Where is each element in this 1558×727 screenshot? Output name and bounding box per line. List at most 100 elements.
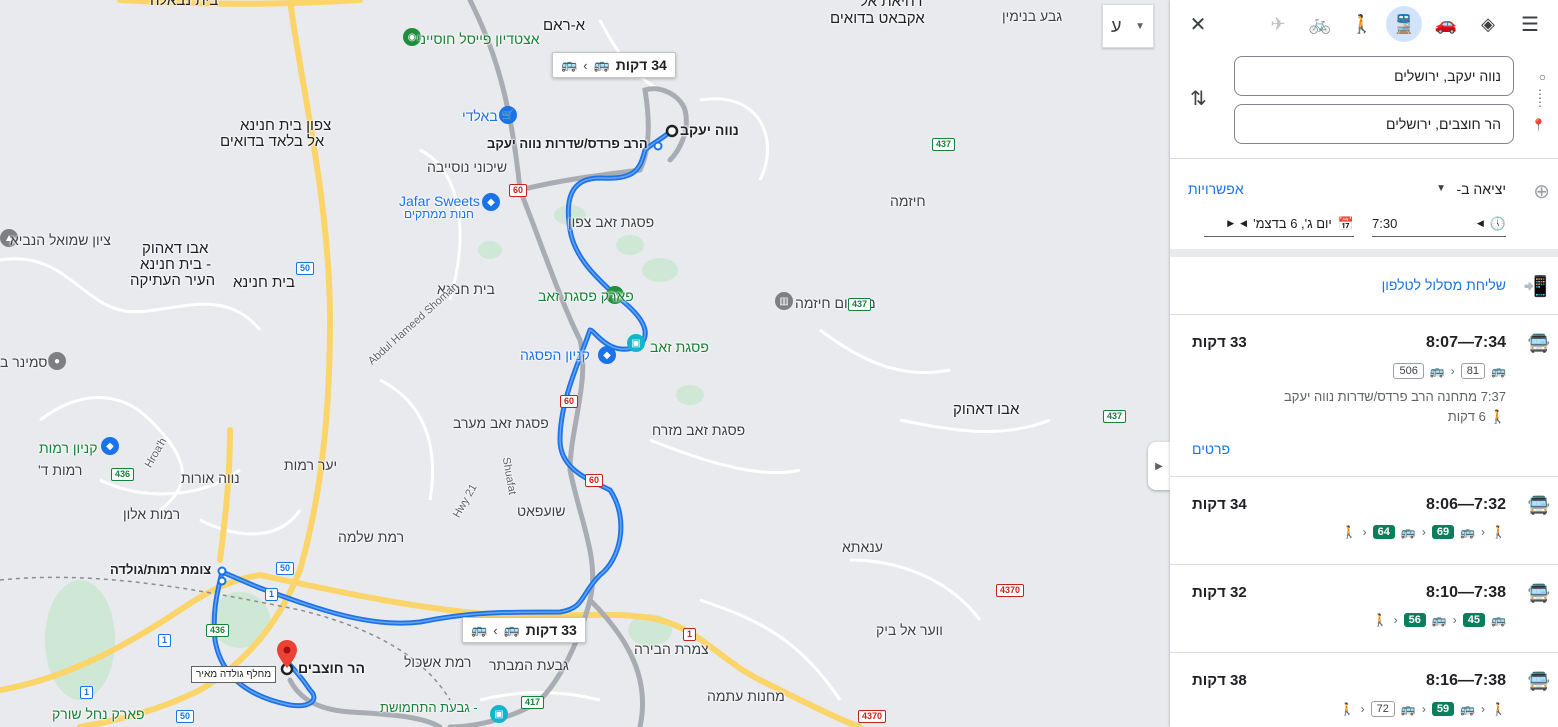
road-shield: 50 <box>276 562 295 575</box>
swap-directions-icon[interactable]: ⇅ <box>1190 86 1207 111</box>
walking-icon[interactable]: 🚶 <box>1344 6 1380 42</box>
label-pisgat-zeev-stop: פסגת זאב <box>650 339 709 355</box>
origin-field[interactable]: נווה יעקב, ירושלים <box>1234 56 1514 96</box>
add-stop-icon[interactable]: ⊕ <box>1533 179 1550 204</box>
shopping-cart-icon[interactable]: 🛒 <box>499 106 517 124</box>
label-beit-nabala: בית נבאלה <box>150 0 219 9</box>
car-icon[interactable]: 🚗 <box>1428 6 1464 42</box>
line-badge: 64 <box>1372 525 1395 539</box>
bus-icon: 🚍 <box>1527 333 1550 353</box>
transit-icon[interactable]: 🚆 <box>1386 6 1422 42</box>
route-bubble-34[interactable]: 34 דקות 🚌 › 🚌 <box>552 52 676 78</box>
label-park-nahal: פארק נחל שורק <box>52 706 145 722</box>
road-shield: 50 <box>296 262 315 275</box>
flight-icon[interactable]: ✈ <box>1260 6 1296 42</box>
menu-icon[interactable]: ☰ <box>1512 6 1548 42</box>
label-shikuney: שיכוני נוסייבה <box>427 159 508 175</box>
send-to-phone-row[interactable]: 📲 שליחת מסלול לטלפון <box>1170 257 1558 315</box>
walk-detail: 🚶 6 דקות <box>1448 409 1506 425</box>
date-field[interactable]: 📅 יום ג', 6 בדצמ' ◀ ▶ <box>1204 211 1354 237</box>
bus-icon: 🚍 <box>1527 495 1550 515</box>
destination-pin-icon[interactable] <box>277 640 297 668</box>
route-steps: 🚌 81 ‹ 🚌 506 <box>1393 363 1506 379</box>
road-shield: 436 <box>111 468 135 481</box>
label-hizma: חיזמה <box>890 193 926 209</box>
chevron-icon: ‹ <box>1421 702 1426 716</box>
bus-icon: 🚌 <box>1429 364 1445 378</box>
chevron-icon: ‹ <box>1452 613 1457 627</box>
bubble-duration: 34 דקות <box>615 57 667 73</box>
bus-icon: 🚍 <box>1527 583 1550 603</box>
route-steps: 🚌 45 ‹ 🚌 56 ‹ 🚶 <box>1373 613 1506 627</box>
route-option-1[interactable]: 🚍 7:34—8:07 33 דקות 🚌 81 ‹ 🚌 506 7:37 מת… <box>1170 315 1558 477</box>
destination-field[interactable]: הר חוצבים, ירושלים <box>1234 104 1514 144</box>
chevron-icon: ‹ <box>1450 364 1455 378</box>
bus-icon: 🚌 <box>593 57 610 72</box>
label-ramat-shlomo: רמת שלמה <box>338 529 405 545</box>
directions-panel: ☰ ◈ 🚗 🚆 🚶 🚲 ✈ ✕ ○ ⋮ ⋮ 📍 נווה יעקב, ירושלי… <box>1170 0 1558 727</box>
road-shield: 1 <box>683 628 697 641</box>
route-option-4[interactable]: 🚍 7:38—8:16 38 דקות 🚶 ‹ 🚌 59 ‹ 🚌 72 ‹ 🚶 <box>1170 653 1558 727</box>
options-link[interactable]: אפשרויות <box>1188 181 1244 197</box>
route-option-3[interactable]: 🚍 7:38—8:10 32 דקות 🚌 45 ‹ 🚌 56 ‹ 🚶 <box>1170 565 1558 653</box>
route-time: 7:32—8:06 <box>1425 496 1506 513</box>
label-al-balad: אל בלאד בדואים <box>220 133 325 150</box>
chevron-icon: ‹ <box>1362 525 1367 539</box>
send-to-phone-link[interactable]: שליחת מסלול לטלפון <box>1382 277 1506 293</box>
route-duration: 34 דקות <box>1192 496 1247 513</box>
chevron-right-icon: ▶ <box>1155 460 1163 472</box>
depart-dropdown-icon[interactable]: ▼ <box>1436 183 1446 194</box>
date-prev-icon[interactable]: ◀ <box>1240 218 1247 229</box>
route-bubble-33[interactable]: 33 דקות 🚌 › 🚌 <box>462 617 586 643</box>
bicycle-icon[interactable]: 🚲 <box>1302 6 1338 42</box>
route-duration: 32 דקות <box>1192 584 1247 601</box>
chevron-icon: ‹ <box>1360 702 1365 716</box>
map-canvas[interactable]: 🛒 ◆ ▲ ▣ ◆ ▥ ● ◆ ▲ ▣ ◉ בית נבאלה א-ראם דח… <box>0 0 1170 727</box>
label-kanyon-pisga: קניון הפסגה <box>520 347 590 363</box>
line-badge: 506 <box>1393 363 1424 379</box>
best-route-icon[interactable]: ◈ <box>1470 6 1506 42</box>
chevron-icon: ‹ <box>1421 525 1426 539</box>
bus-icon: 🚌 <box>1460 525 1476 539</box>
bus-icon: 🚌 <box>1400 525 1416 539</box>
line-badge: 59 <box>1431 702 1455 716</box>
walking-icon: 🚶 <box>1491 525 1506 539</box>
time-prev-icon[interactable]: ◀ <box>1477 218 1484 229</box>
bus-icon: 🚌 <box>1400 702 1416 716</box>
bus-icon: 🚍 <box>1527 671 1550 691</box>
label-yaar-ramot: יער רמות <box>284 457 338 473</box>
date-next-icon[interactable]: ▶ <box>1227 218 1234 229</box>
details-link[interactable]: פרטים <box>1192 441 1230 457</box>
mall-bag-icon[interactable]: ◆ <box>598 346 616 364</box>
road-shield: 4370 <box>996 584 1025 597</box>
place-pin-icon[interactable]: ● <box>48 352 66 370</box>
road-shield: 417 <box>521 696 545 709</box>
walking-icon: 🚶 <box>1341 525 1357 539</box>
label-seminar: סמינר ב <box>0 354 48 370</box>
road-shield: 436 <box>206 624 230 637</box>
walking-icon: 🚶 <box>1491 702 1506 716</box>
label-pz-west: פסגת זאב מערב <box>453 415 549 431</box>
checkpoint-icon[interactable]: ▥ <box>775 292 793 310</box>
walk-duration: 6 דקות <box>1447 409 1486 424</box>
label-givat-hamivtar: גבעת המבתר <box>489 657 569 673</box>
language-toggle-button[interactable]: ע ▼ <box>1102 4 1154 48</box>
label-tziyun: ציון שמואל הנביא <box>10 232 111 248</box>
road-shield: 1 <box>80 686 94 699</box>
shopping-bag-icon[interactable]: ◆ <box>482 193 500 211</box>
mall-icon[interactable]: ▣ <box>627 334 645 352</box>
label-givat-hatahmoshet: - גבעת התחמושת <box>380 700 478 715</box>
dots-icon: ⋮ ⋮ <box>1534 87 1546 109</box>
museum-icon[interactable]: ▣ <box>490 705 508 723</box>
route-option-2[interactable]: 🚍 7:32—8:06 34 דקות 🚶 ‹ 🚌 69 ‹ 🚌 64 ‹ 🚶 <box>1170 477 1558 565</box>
road-shield: 1 <box>158 634 172 647</box>
ramot-mall-icon[interactable]: ◆ <box>101 437 119 455</box>
collapse-panel-button[interactable]: ▶ <box>1148 442 1170 490</box>
close-icon[interactable]: ✕ <box>1180 6 1216 42</box>
route-departure-detail: 7:37 מתחנה הרב פרדס/שדרות נווה יעקב <box>1284 389 1506 404</box>
label-abu-dahuk: אבו דאהוק <box>142 240 209 257</box>
depart-label[interactable]: יציאה ב- <box>1457 181 1507 197</box>
label-geva-binyamin: גבע בנימין <box>1002 8 1063 24</box>
time-field[interactable]: 🕔 ◀ 7:30 <box>1372 211 1506 237</box>
destination-pin-icon: 📍 <box>1531 118 1546 132</box>
